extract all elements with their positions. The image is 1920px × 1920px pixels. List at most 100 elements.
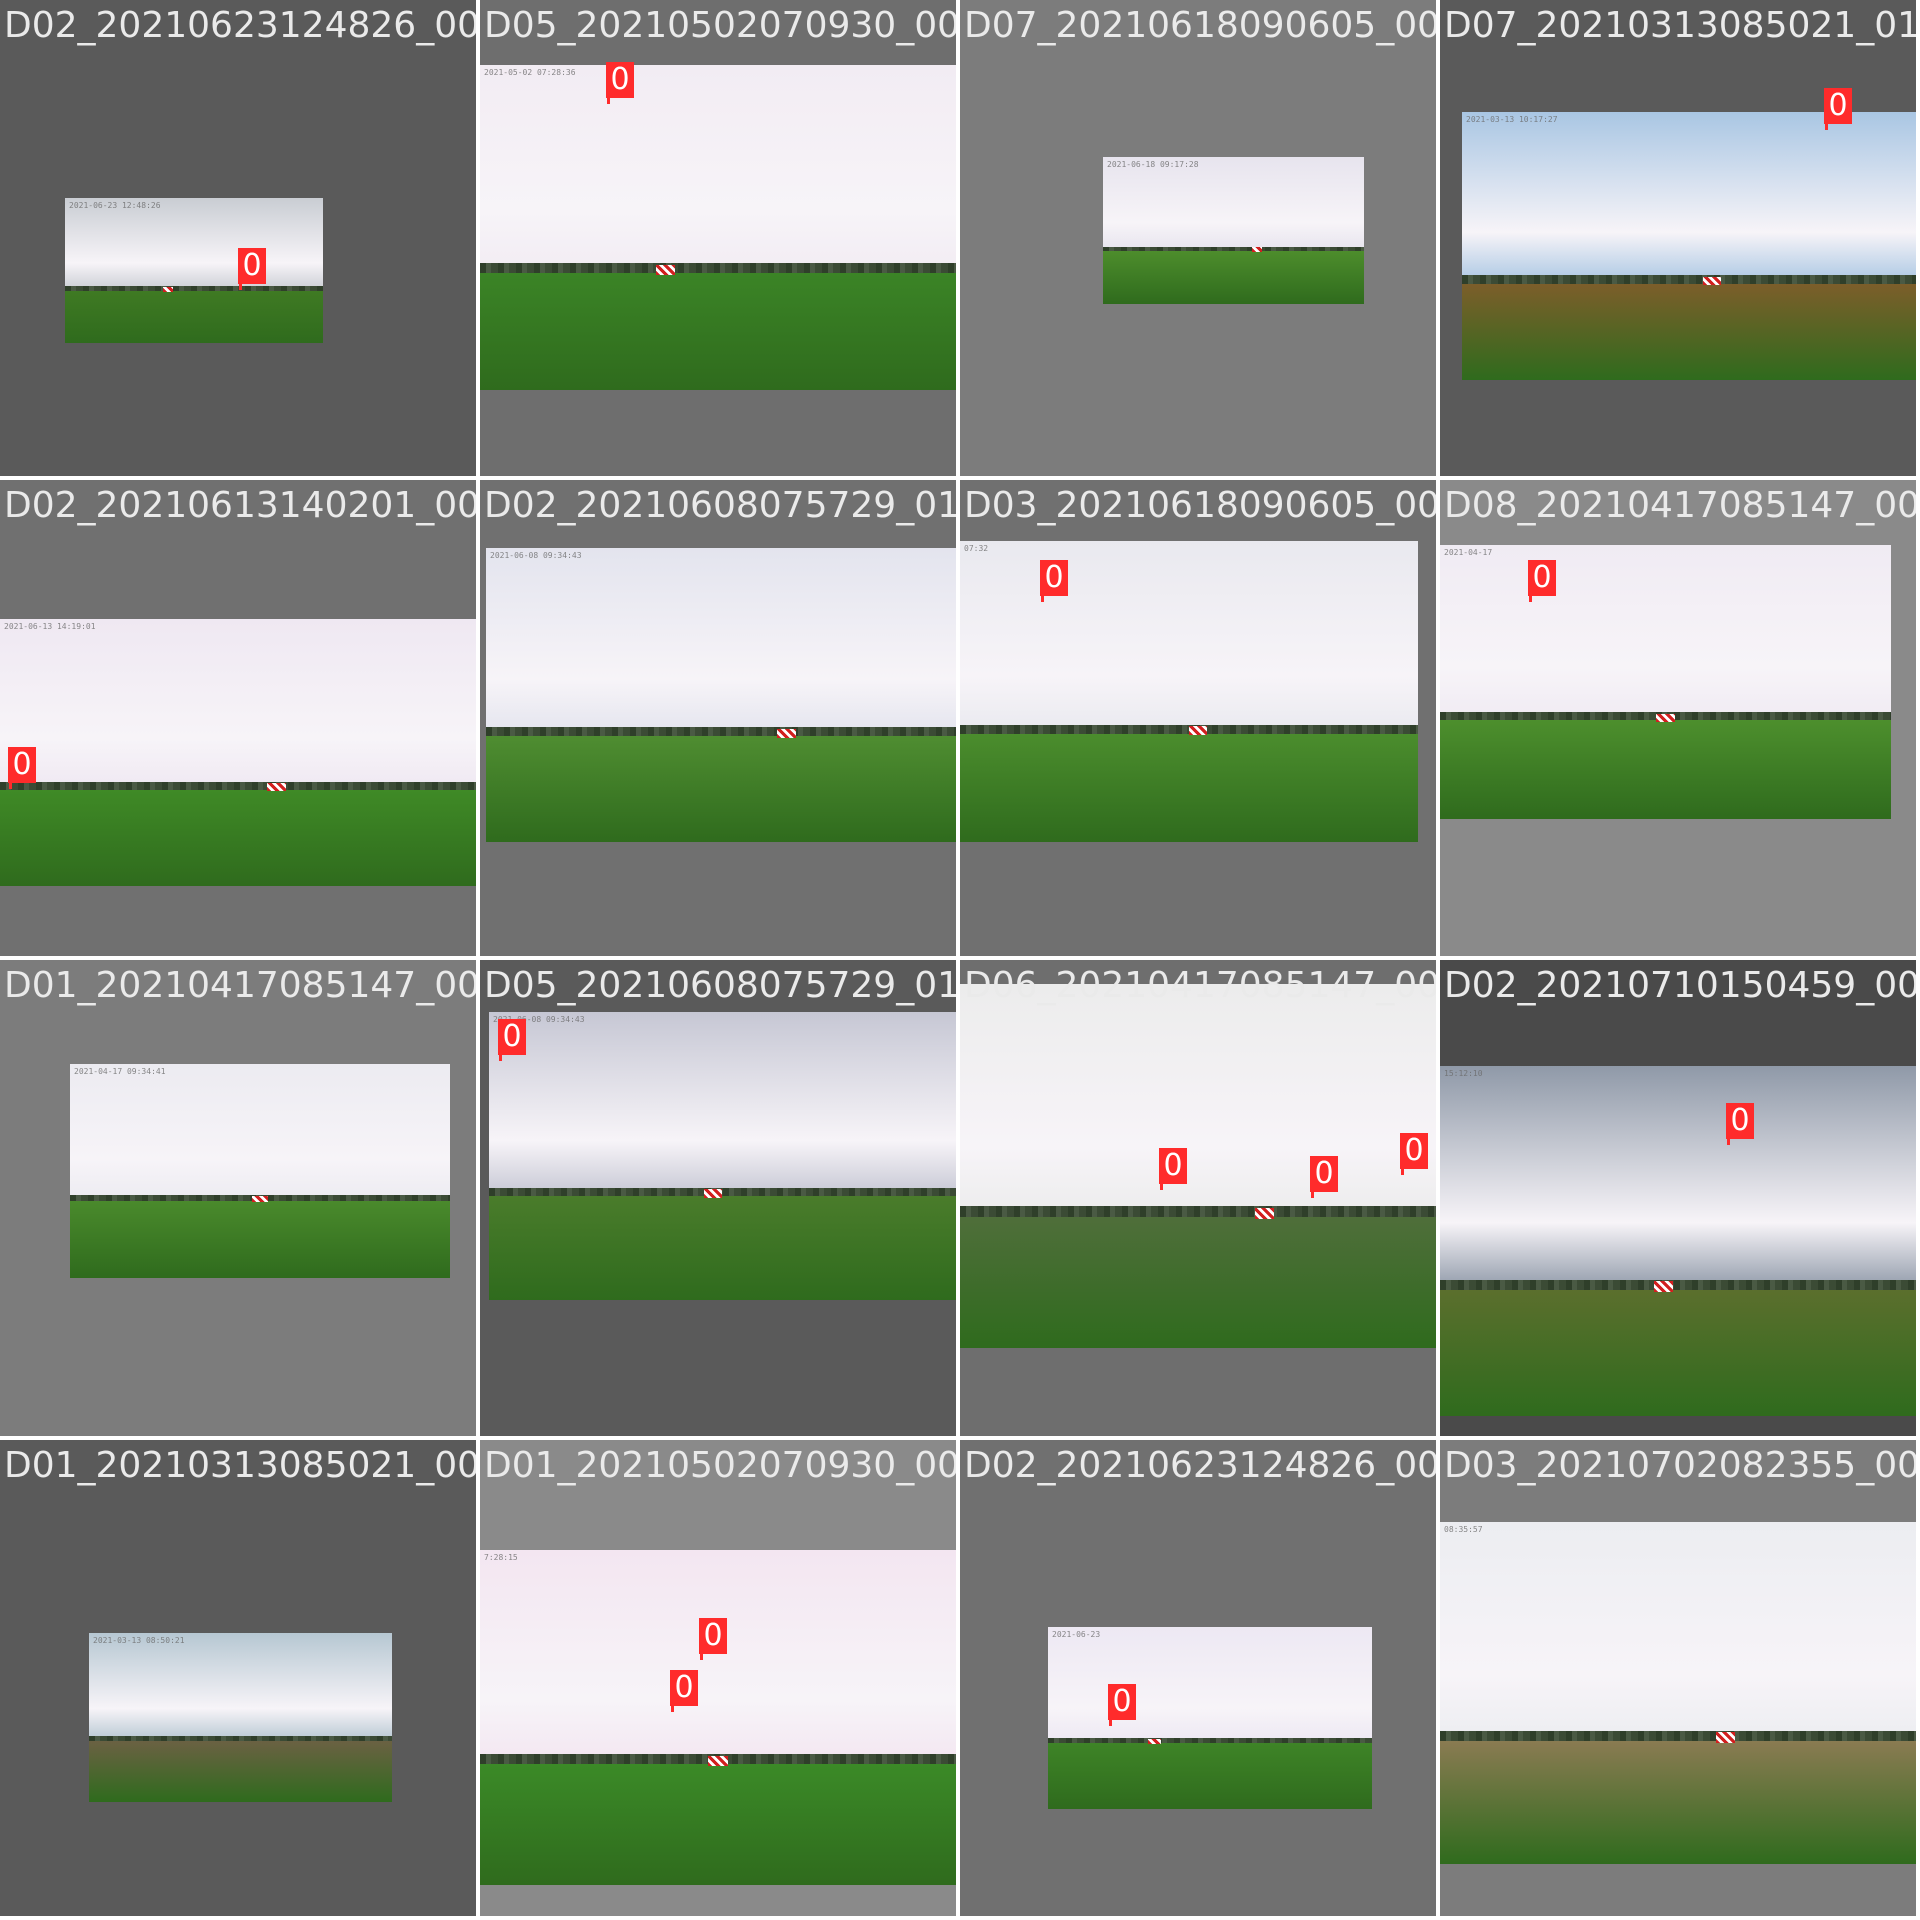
grass-field — [960, 1216, 1436, 1348]
sky-region — [486, 548, 956, 737]
grass-field — [0, 789, 476, 886]
grass-field — [489, 1196, 956, 1300]
image-tile: 2021-06-08 09:34:43 0 D05_20210608075729_0… — [480, 960, 956, 1436]
field-photo: 2021-04-17 — [1440, 545, 1891, 819]
sky-region — [1462, 112, 1916, 284]
grass-field — [1440, 720, 1891, 819]
grass-field — [65, 290, 323, 343]
field-photo: 15:12:10 — [1440, 1066, 1916, 1416]
checkered-target-board — [1148, 1738, 1162, 1745]
image-tile: 2021-06-13 14:19:01 0 D02_20210613140201_0… — [0, 480, 476, 956]
checkered-target-board — [703, 1189, 723, 1198]
field-photo: 2021-05-02 07:28:36 — [480, 65, 956, 390]
image-tile: 2021-06-18 09:17:28 D07_20210618090605_00… — [960, 0, 1436, 476]
field-photo: 2021-03-13 08:50:21 — [89, 1633, 392, 1802]
field-photo: 08:35:57 — [1440, 1522, 1916, 1864]
image-tile: 2021-06-23 0 D02_20210623124826_0016 — [960, 1440, 1436, 1916]
sky-region — [960, 984, 1436, 1217]
camera-timestamp: 2021-03-13 10:17:27 — [1466, 115, 1558, 124]
camera-timestamp: 2021-06-08 09:34:43 — [490, 551, 582, 560]
image-tile: 2021-03-13 08:50:21 D01_20210313085021_00… — [0, 1440, 476, 1916]
tile-filename-label: D07_20210618090605_0045 — [964, 5, 1436, 46]
sky-region — [1103, 157, 1364, 252]
detection-class-label: 0 — [1528, 560, 1556, 602]
detection-class-label: 0 — [1400, 1133, 1428, 1175]
sky-region — [960, 541, 1418, 734]
tile-filename-label: D03_20210702082355_001 — [1444, 1445, 1916, 1486]
tile-filename-label: D02_20210623124826_0000 — [4, 5, 476, 46]
field-photo: 2021-04-17 09:34:41 — [70, 1064, 450, 1278]
field-photo: 2021-06-08 09:34:43 — [489, 1012, 956, 1300]
sky-region — [0, 619, 476, 790]
field-photo: 07:32 — [960, 541, 1418, 842]
image-tile: 08:35:57 D03_20210702082355_001 — [1440, 1440, 1916, 1916]
grass-field — [89, 1741, 392, 1802]
image-tile: 0 0 0 D06_20210417085147_0068 — [960, 960, 1436, 1436]
grass-field — [480, 1764, 956, 1885]
image-tile: 07:32 0 D03_20210618090605_0002 — [960, 480, 1436, 956]
sky-region — [65, 198, 323, 291]
checkered-target-board — [656, 264, 676, 275]
image-tile: 2021-03-13 10:17:27 0 D07_20210313085021_0… — [1440, 0, 1916, 476]
sky-region — [1440, 545, 1891, 721]
sky-region — [1440, 1066, 1916, 1290]
camera-timestamp: 15:12:10 — [1444, 1069, 1483, 1078]
field-photo: 2021-06-23 — [1048, 1627, 1372, 1809]
detection-class-label: 0 — [1040, 560, 1068, 602]
sky-region — [480, 1550, 956, 1765]
field-photo: 2021-06-13 14:19:01 — [0, 619, 476, 886]
image-tile: 2021-04-17 09:34:41 D01_20210417085147_00… — [0, 960, 476, 1436]
sky-region — [1440, 1522, 1916, 1741]
field-photo — [960, 984, 1436, 1348]
image-tile: 7:28:15 0 0 D01_20210502070930_0033 — [480, 1440, 956, 1916]
camera-timestamp: 2021-04-17 09:34:41 — [74, 1067, 166, 1076]
field-photo: 2021-06-23 12:48:26 — [65, 198, 323, 343]
sky-region — [70, 1064, 450, 1201]
grass-field — [1103, 251, 1364, 304]
grass-field — [1440, 1290, 1916, 1416]
checkered-target-board — [252, 1195, 268, 1203]
grass-field — [1462, 283, 1916, 380]
camera-timestamp: 7:28:15 — [484, 1553, 518, 1562]
camera-timestamp: 07:32 — [964, 544, 989, 553]
detection-class-label: 0 — [1108, 1684, 1136, 1726]
grass-field — [960, 733, 1418, 842]
sky-region — [480, 65, 956, 273]
camera-timestamp: 2021-06-18 09:17:28 — [1107, 160, 1199, 169]
checkered-target-board — [708, 1756, 728, 1767]
detection-class-label: 0 — [8, 747, 36, 789]
grass-field — [486, 736, 956, 842]
field-photo: 7:28:15 — [480, 1550, 956, 1885]
tile-filename-label: D03_20210618090605_0002 — [964, 485, 1436, 526]
tile-filename-label: D01_20210417085147_0077 — [4, 965, 476, 1006]
field-photo: 2021-06-08 09:34:43 — [486, 548, 956, 842]
checkered-target-board — [1716, 1732, 1736, 1743]
image-tile: 2021-06-23 12:48:26 0 D02_20210623124826_0… — [0, 0, 476, 476]
image-mosaic: 2021-06-23 12:48:26 0 D02_20210623124826_0… — [0, 0, 1920, 1920]
grass-field — [1440, 1740, 1916, 1864]
camera-timestamp: 2021-06-23 12:48:26 — [69, 201, 161, 210]
camera-timestamp: 2021-04-17 — [1444, 548, 1493, 557]
checkered-target-board — [266, 783, 286, 792]
sky-region — [89, 1633, 392, 1742]
tile-filename-label: D05_20210502070930_0034 — [484, 5, 956, 46]
detection-class-label: 0 — [1310, 1156, 1338, 1198]
tile-filename-label: D01_20210313085021_0026 — [4, 1445, 476, 1486]
field-photo: 2021-03-13 10:17:27 — [1462, 112, 1916, 380]
grass-field — [1048, 1743, 1372, 1809]
sky-region — [489, 1012, 956, 1197]
grass-field — [70, 1200, 450, 1278]
tile-filename-label: D01_20210502070930_0033 — [484, 1445, 956, 1486]
camera-timestamp: 2021-06-23 — [1052, 1630, 1101, 1639]
tile-filename-label: D08_20210417085147_008 — [1444, 485, 1916, 526]
tile-filename-label: D02_20210623124826_0016 — [964, 1445, 1436, 1486]
checkered-target-board — [1702, 276, 1721, 285]
detection-class-label: 0 — [498, 1019, 526, 1061]
detection-class-label: 0 — [1159, 1148, 1187, 1190]
tile-filename-label: D02_20210613140201_0025 — [4, 485, 476, 526]
image-tile: 2021-05-02 07:28:36 0 D05_20210502070930_0… — [480, 0, 956, 476]
detection-class-label: 0 — [1824, 88, 1852, 130]
tile-filename-label: D05_20210608075729_0145 — [484, 965, 956, 1006]
image-tile: 2021-06-08 09:34:43 D02_20210608075729_01… — [480, 480, 956, 956]
detection-class-label: 0 — [699, 1618, 727, 1660]
